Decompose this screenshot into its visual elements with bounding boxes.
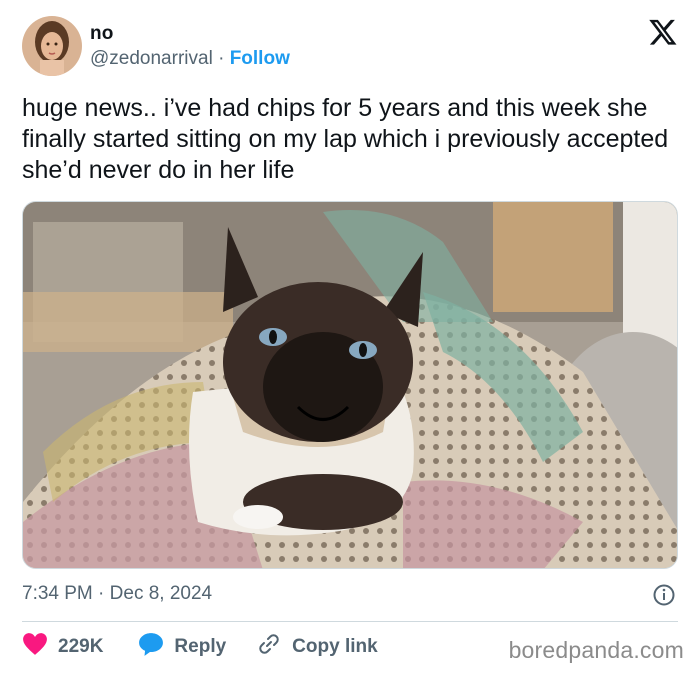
avatar[interactable] (22, 16, 82, 76)
copy-link-label: Copy link (292, 636, 378, 657)
tweet-timestamp[interactable]: 7:34 PM · Dec 8, 2024 (22, 583, 212, 605)
x-logo-icon[interactable] (648, 17, 678, 47)
reply-button[interactable]: Reply (138, 632, 226, 662)
action-bar: 229K Reply Copy link (22, 633, 378, 661)
divider (22, 621, 678, 622)
info-icon[interactable] (652, 583, 676, 607)
reply-bubble-icon (138, 632, 174, 662)
tweet-photo[interactable] (22, 201, 678, 569)
handle-row: @zedonarrival · Follow (90, 48, 290, 70)
user-handle[interactable]: @zedonarrival (90, 48, 213, 69)
like-count: 229K (58, 636, 104, 657)
tweet-text: huge news.. i’ve had chips for 5 years a… (22, 94, 669, 184)
link-icon (256, 632, 292, 662)
tweet-time: 7:34 PM (22, 583, 93, 604)
display-name[interactable]: no (90, 23, 114, 45)
reply-label: Reply (174, 636, 227, 657)
like-button[interactable]: 229K (22, 632, 103, 662)
watermark: boredpanda.com (508, 637, 684, 663)
timestamp-separator: · (92, 583, 110, 604)
tweet-date: Dec 8, 2024 (109, 583, 213, 604)
handle-separator: · (212, 48, 230, 69)
copy-link-button[interactable]: Copy link (256, 632, 378, 662)
tweet-header: no @zedonarrival · Follow (22, 15, 682, 77)
heart-icon (22, 632, 58, 662)
follow-button[interactable]: Follow (230, 48, 290, 69)
